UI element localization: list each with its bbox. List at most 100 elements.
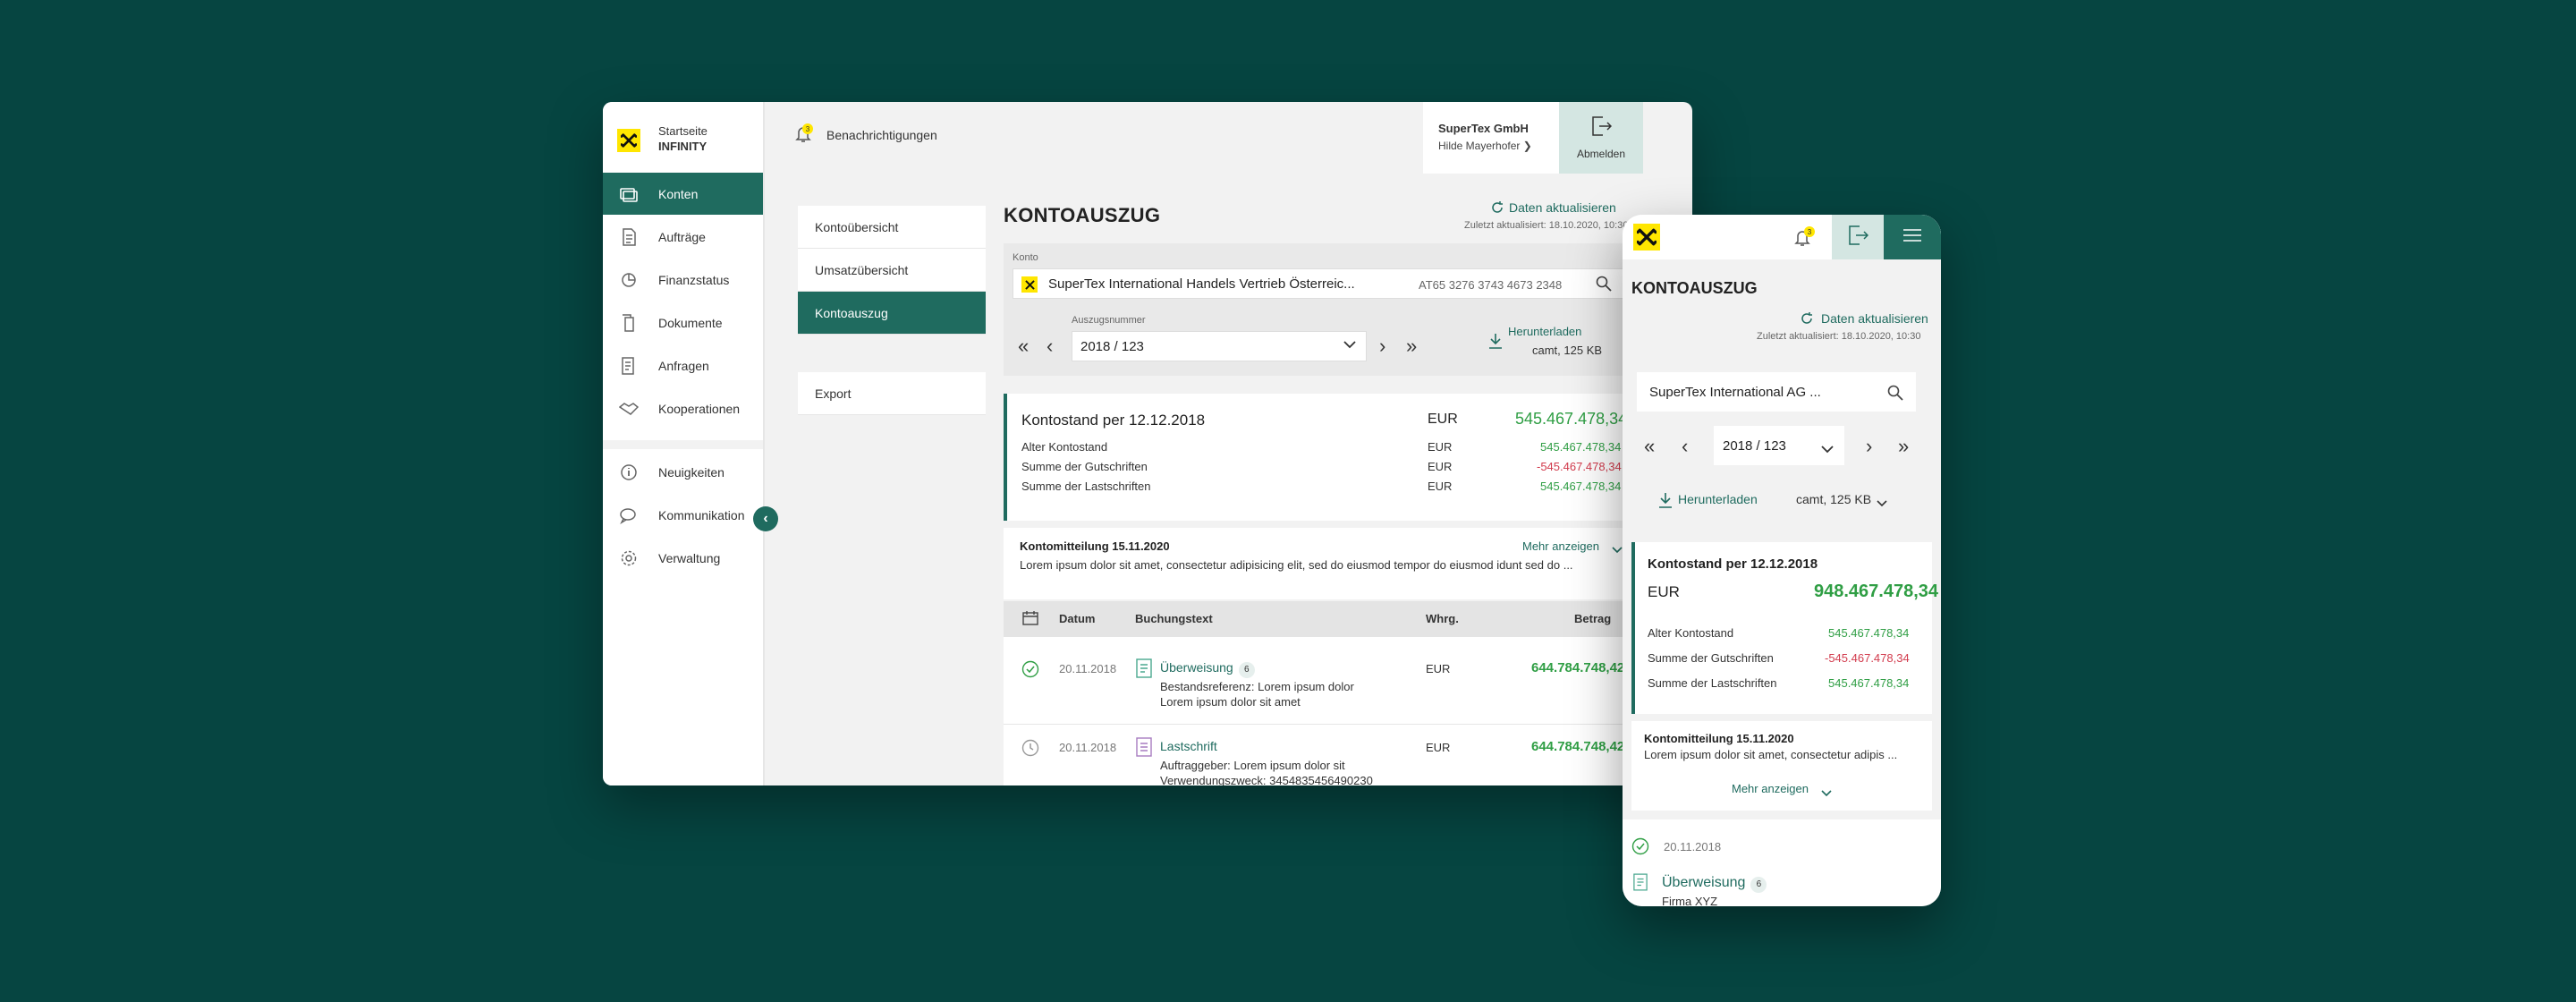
check-circle-icon (1631, 837, 1649, 860)
balance-currency: EUR (1648, 583, 1680, 600)
subnav-export[interactable]: Export (798, 372, 986, 415)
transaction-amount: 644.784.748,42 (1531, 739, 1625, 754)
direct-debit-icon (1136, 737, 1152, 761)
download-icon[interactable] (1488, 333, 1503, 353)
download-link[interactable]: Herunterladen (1508, 325, 1581, 338)
balance-row-value: -545.467.478,34 (1825, 651, 1910, 665)
download-format-select[interactable]: camt, 125 KB (1532, 344, 1602, 357)
message-body: Lorem ipsum dolor sit amet, consectetur … (1644, 748, 1898, 761)
balance-row-value: -545.467.478,34 (1537, 460, 1622, 473)
sidebar-item-label: Verwaltung (658, 550, 721, 565)
sidebar-item-konten[interactable]: Konten (603, 173, 763, 215)
clock-icon (1021, 739, 1039, 761)
balance-row-label: Summe der Gutschriften (1648, 651, 1774, 665)
balance-row-value: 545.467.478,34 (1828, 626, 1910, 640)
chevron-down-icon (1821, 785, 1832, 802)
show-more-link[interactable]: Mehr anzeigen (1522, 539, 1599, 553)
sidebar-item-verwaltung[interactable]: Verwaltung (603, 537, 763, 579)
raiffeisen-logo-icon[interactable] (1633, 224, 1660, 250)
next-statement-button[interactable]: › (1379, 336, 1385, 356)
search-icon[interactable] (1596, 276, 1612, 296)
accounts-icon (619, 184, 639, 204)
menu-button[interactable] (1884, 215, 1941, 259)
show-more-link[interactable]: Mehr anzeigen (1732, 782, 1809, 795)
previous-statement-button[interactable]: ‹ (1682, 437, 1688, 456)
balance-total: 545.467.478,34 (1515, 410, 1628, 428)
last-statement-button[interactable]: » (1406, 336, 1417, 356)
sidebar-item-finanzstatus[interactable]: Finanzstatus (603, 259, 763, 301)
balance-row-label: Alter Kontostand (1021, 440, 1108, 454)
logout-button[interactable]: Abmelden (1559, 102, 1643, 174)
download-link[interactable]: Herunterladen (1678, 492, 1758, 506)
column-header-currency[interactable]: Whrg. (1426, 612, 1459, 625)
chat-icon (619, 505, 639, 525)
transaction-type-link[interactable]: Überweisung 6 (1160, 660, 1255, 678)
balance-row-value: 545.467.478,34 (1540, 480, 1622, 493)
account-label: Konto (1013, 252, 1038, 263)
search-icon[interactable] (1887, 385, 1903, 405)
column-header-amount[interactable]: Betrag (1574, 612, 1611, 625)
download-icon[interactable] (1658, 492, 1673, 513)
column-header-date[interactable]: Datum (1059, 612, 1095, 625)
chevron-down-icon (1612, 542, 1623, 558)
refresh-data-link[interactable]: Daten aktualisieren (1821, 311, 1928, 326)
transaction-date: 20.11.2018 (1664, 840, 1722, 853)
sidebar-item-label: Konten (658, 186, 699, 201)
account-name: SuperTex International AG ... (1649, 385, 1821, 400)
transaction-detail-line2: Verwendungszweck: 3454835456490230 (1160, 774, 1373, 785)
user-account-box[interactable] (1423, 102, 1559, 174)
download-format-select[interactable]: camt, 125 KB (1796, 492, 1871, 506)
page-title: KONTOAUSZUG (1631, 279, 1758, 297)
desktop-app-window: Startseite INFINITY Konten Aufträge Fina… (603, 102, 1692, 785)
documents-icon (619, 313, 639, 333)
refresh-data-link[interactable]: Daten aktualisieren (1509, 200, 1616, 215)
notifications-link[interactable]: Benachrichtigungen (826, 128, 937, 142)
sidebar-item-kooperationen[interactable]: Kooperationen (603, 387, 763, 429)
first-statement-button[interactable]: « (1644, 437, 1655, 456)
brand-line1: Startseite (658, 124, 708, 138)
transaction-currency: EUR (1426, 662, 1451, 675)
hamburger-menu-icon (1902, 228, 1922, 247)
chevron-down-icon (1877, 496, 1887, 512)
account-iban: AT65 3276 3743 4673 2348 (1419, 278, 1563, 292)
refresh-icon[interactable] (1490, 200, 1504, 219)
subnav-kontoauszug[interactable]: Kontoauszug (798, 292, 986, 335)
first-statement-button[interactable]: « (1018, 336, 1029, 356)
attachment-count-badge: 6 (1750, 877, 1767, 893)
sidebar-item-label: Finanzstatus (658, 272, 730, 287)
balance-title: Kontostand per 12.12.2018 (1021, 412, 1206, 429)
sidebar-item-dokumente[interactable]: Dokumente (603, 301, 763, 344)
notification-count-badge: 3 (1804, 226, 1815, 237)
page-title: KONTOAUSZUG (1004, 204, 1161, 226)
transaction-currency: EUR (1426, 741, 1451, 754)
previous-statement-button[interactable]: ‹ (1046, 336, 1053, 356)
column-header-text[interactable]: Buchungstext (1135, 612, 1213, 625)
next-statement-button[interactable]: › (1866, 437, 1872, 456)
user-name[interactable]: Hilde Mayerhofer ❯ (1438, 140, 1532, 152)
transaction-type-link[interactable]: Überweisung 6 (1662, 875, 1767, 893)
raiffeisen-logo-icon[interactable] (617, 129, 640, 152)
subnav-umsatzuebersicht[interactable]: Umsatzübersicht (798, 249, 986, 292)
sidebar-item-kommunikation[interactable]: Kommunikation (603, 494, 763, 536)
transaction-type: Überweisung (1662, 875, 1746, 890)
logout-button[interactable] (1832, 215, 1884, 259)
attachment-count-badge: 6 (1238, 662, 1255, 678)
sidebar-item-auftraege[interactable]: Aufträge (603, 216, 763, 258)
transaction-date: 20.11.2018 (1059, 741, 1117, 754)
collapse-sidebar-button[interactable]: ‹ (753, 506, 778, 531)
refresh-icon[interactable] (1800, 311, 1814, 330)
transaction-list-item[interactable] (1623, 819, 1941, 906)
notification-count-badge: 3 (802, 123, 813, 134)
logout-icon (1847, 225, 1869, 250)
transaction-detail-line1: Auftraggeber: Lorem ipsum dolor sit (1160, 759, 1345, 772)
sidebar-item-label: Dokumente (658, 315, 723, 330)
last-statement-button[interactable]: » (1898, 437, 1909, 456)
subnav-kontouebersicht[interactable]: Kontoübersicht (798, 206, 986, 249)
statement-number-value: 2018 / 123 (1723, 438, 1786, 454)
transaction-counterparty: Firma XYZ (1662, 895, 1718, 906)
transaction-type-link[interactable]: Lastschrift (1160, 739, 1217, 753)
sidebar-item-anfragen[interactable]: Anfragen (603, 344, 763, 386)
sidebar-item-neuigkeiten[interactable]: Neuigkeiten (603, 451, 763, 493)
balance-row-label: Summe der Gutschriften (1021, 460, 1148, 473)
last-updated-text: Zuletzt aktualisiert: 18.10.2020, 10:30 (1757, 331, 1921, 342)
